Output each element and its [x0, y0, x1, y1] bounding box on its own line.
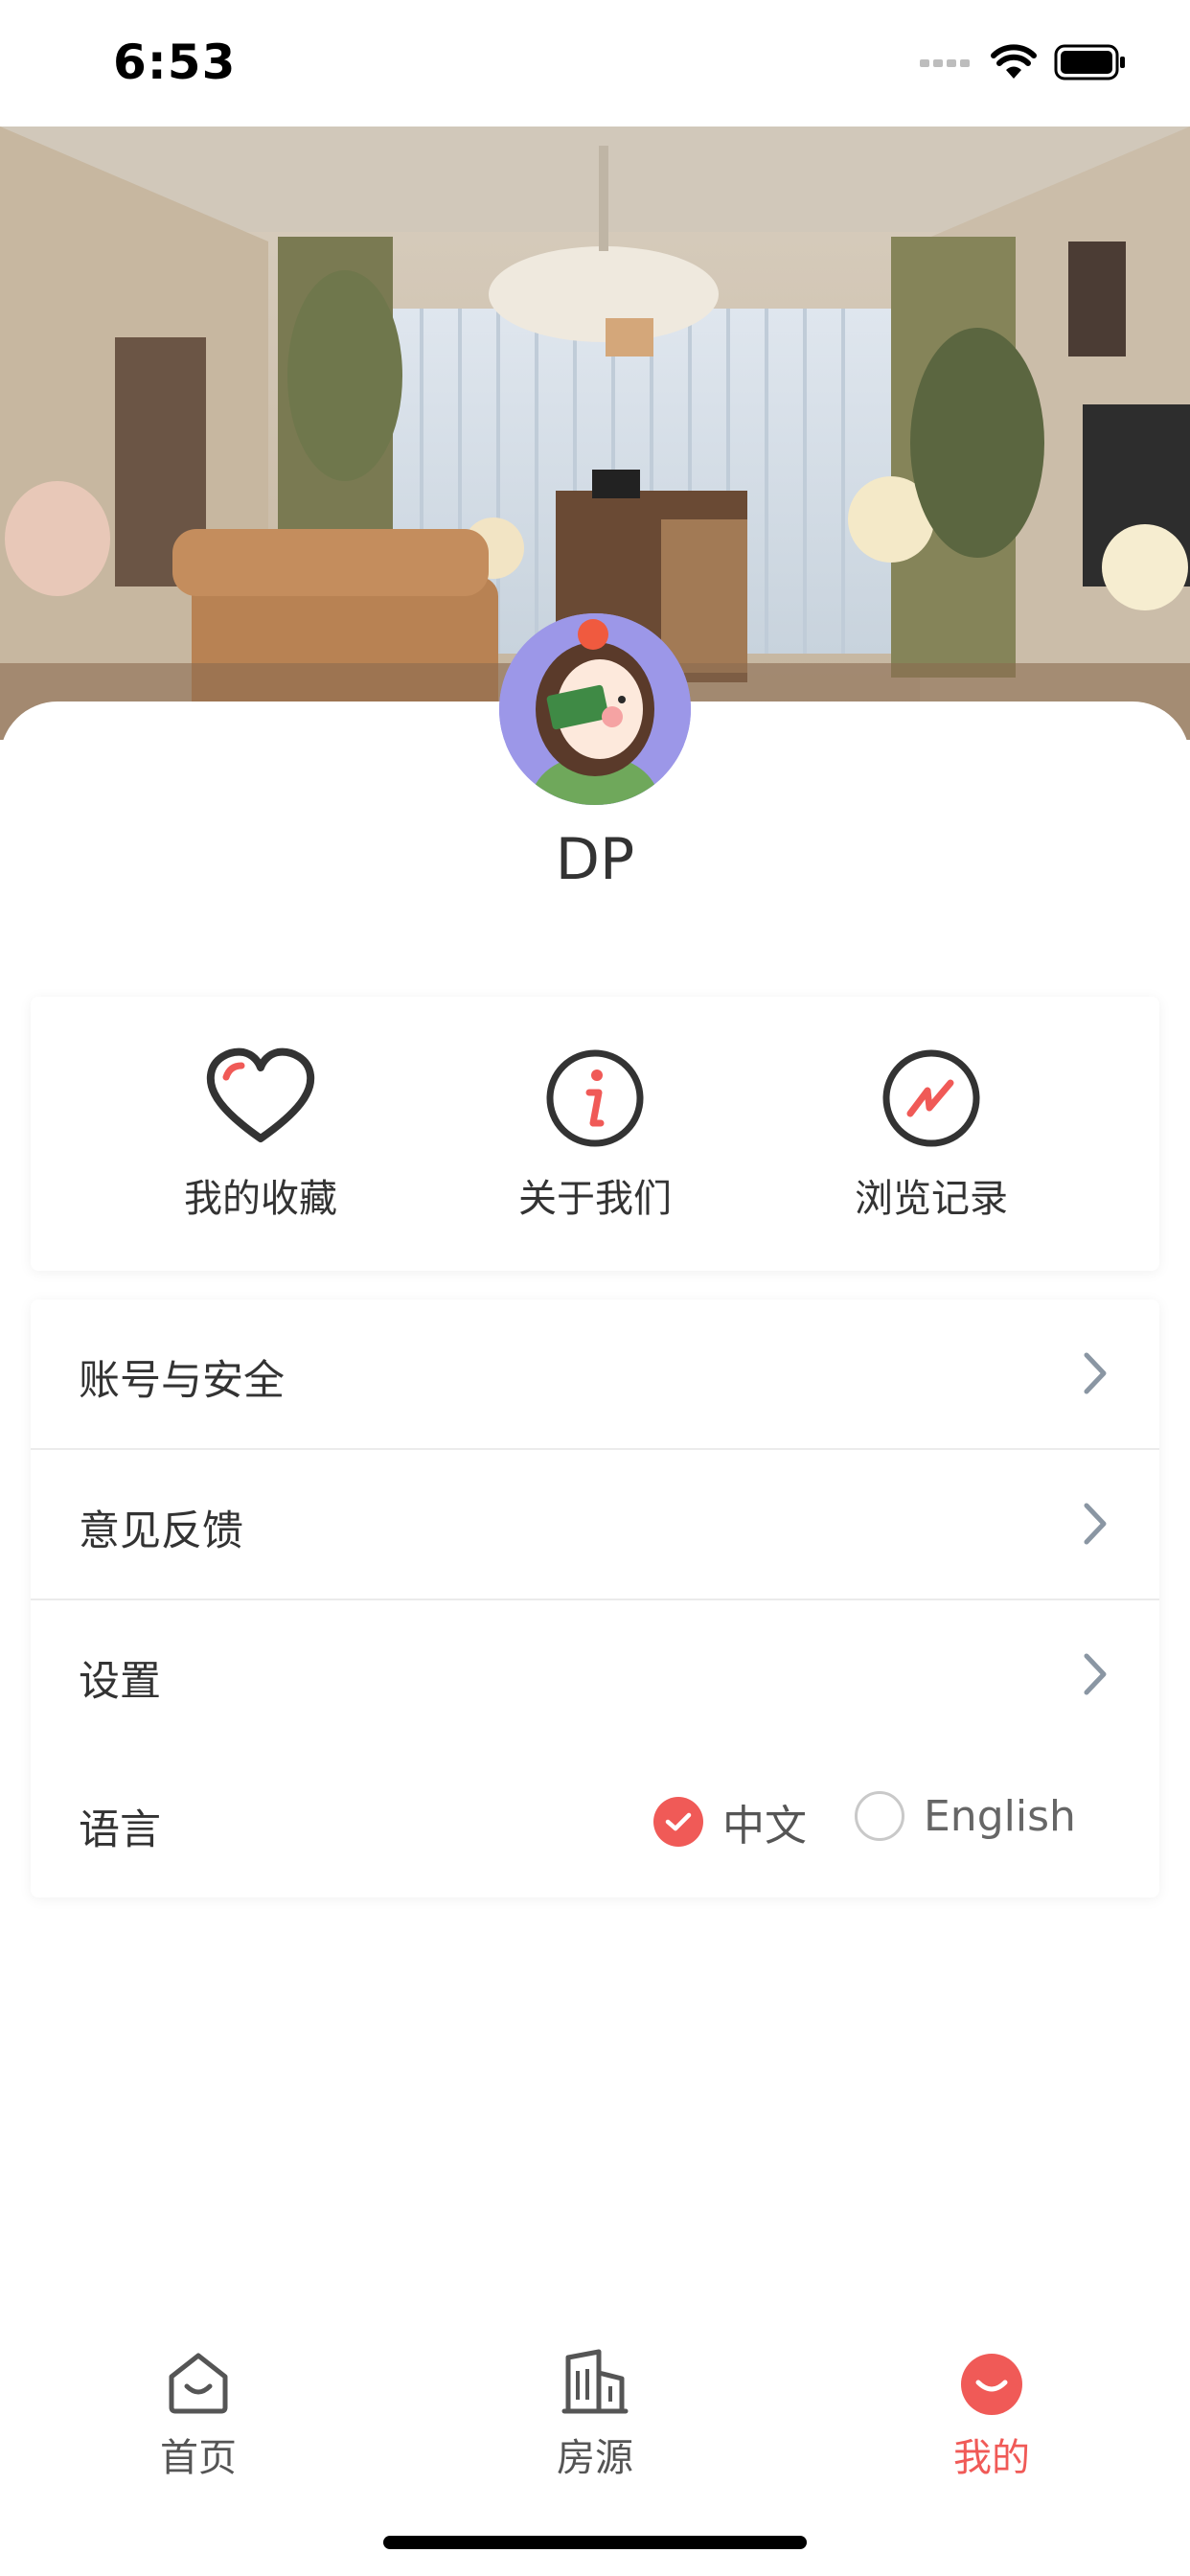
menu-item-feedback[interactable]: 意见反馈 — [31, 1450, 1159, 1598]
wifi-icon — [991, 44, 1037, 79]
status-icons — [920, 44, 1127, 80]
language-option-chinese[interactable]: 中文 — [653, 1791, 807, 1852]
signal-icon — [920, 59, 970, 67]
bottom-tab-bar: 首页 房源 我的 — [0, 2329, 1190, 2482]
menu-item-account-security[interactable]: 账号与安全 — [31, 1300, 1159, 1448]
about-us-label: 关于我们 — [518, 1177, 672, 1221]
building-icon — [561, 2348, 629, 2417]
menu-item-label: 设置 — [79, 1658, 161, 1706]
tab-label: 首页 — [160, 2436, 237, 2480]
favorites-label: 我的收藏 — [184, 1177, 337, 1221]
browsing-history-label: 浏览记录 — [855, 1177, 1008, 1221]
language-option-label: English — [924, 1791, 1076, 1841]
chevron-right-icon — [1084, 1503, 1107, 1545]
menu-item-label: 意见反馈 — [79, 1507, 243, 1555]
status-time: 6:53 — [113, 34, 237, 90]
tab-profile[interactable]: 我的 — [896, 2348, 1087, 2482]
language-option-label: 中文 — [722, 1802, 807, 1851]
language-label: 语言 — [79, 1806, 161, 1854]
menu-item-settings[interactable]: 设置 — [31, 1600, 1159, 1749]
chevron-right-icon — [1084, 1653, 1107, 1695]
battery-icon — [1054, 44, 1125, 80]
heart-icon — [203, 1045, 318, 1150]
tab-label: 房源 — [557, 2436, 633, 2480]
home-indicator[interactable] — [383, 2536, 807, 2549]
history-icon — [874, 1045, 989, 1150]
favorites-button[interactable]: 我的收藏 — [117, 1045, 404, 1223]
username: DP — [555, 826, 635, 893]
browsing-history-button[interactable]: 浏览记录 — [788, 1045, 1075, 1223]
menu-item-label: 账号与安全 — [79, 1357, 285, 1405]
settings-menu-card: 账号与安全 意见反馈 设置 语言 中文 English — [31, 1300, 1159, 1898]
quick-actions-card: 我的收藏 关于我们 浏览记录 — [31, 997, 1159, 1271]
tab-home[interactable]: 首页 — [103, 2348, 294, 2482]
chevron-right-icon — [1084, 1352, 1107, 1394]
radio-unchecked-icon — [855, 1791, 904, 1841]
radio-checked-icon — [653, 1797, 703, 1847]
avatar[interactable] — [499, 613, 691, 805]
language-option-english[interactable]: English — [855, 1791, 1076, 1841]
home-icon — [164, 2348, 233, 2417]
about-us-button[interactable]: 关于我们 — [451, 1045, 739, 1223]
menu-item-language: 语言 中文 English — [31, 1749, 1159, 1898]
tab-listings[interactable]: 房源 — [499, 2348, 691, 2482]
profile-icon — [957, 2348, 1026, 2417]
tab-label: 我的 — [953, 2436, 1030, 2480]
status-bar: 6:53 — [0, 0, 1190, 126]
info-icon — [538, 1045, 652, 1150]
